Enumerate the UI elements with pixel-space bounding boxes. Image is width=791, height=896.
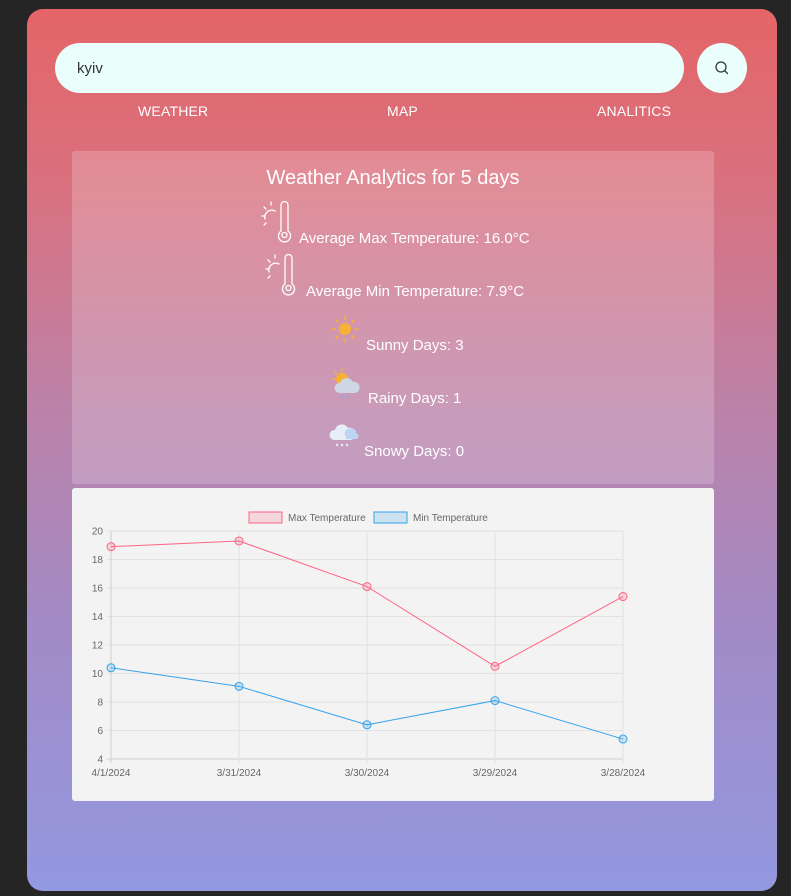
y-tick-label: 8: [97, 698, 103, 709]
nav-weather[interactable]: WEATHER: [138, 103, 208, 119]
search-bar: [55, 43, 748, 93]
y-tick-label: 18: [92, 555, 104, 566]
data-point: [618, 592, 628, 602]
x-tick-label: 3/31/2024: [217, 768, 262, 779]
data-point: [106, 663, 116, 673]
search-icon: [715, 61, 729, 75]
temperature-chart: 4 6 8 10 12 14 16 18 20 4/1/2024 3/31/2024 3/30/202…: [72, 488, 714, 801]
snowy-days: Snowy Days: 0: [364, 443, 465, 460]
nav-analitics[interactable]: ANALITICS: [597, 103, 671, 119]
analytics-panel: Weather Analytics for 5 days Average Max…: [72, 151, 714, 484]
y-tick-label: 20: [92, 527, 104, 538]
sun-rain-cloud-icon: [332, 368, 360, 399]
rainy-days: Rainy Days: 1: [368, 390, 462, 407]
snow-cloud-icon: [329, 424, 359, 447]
data-point: [106, 542, 116, 552]
legend-label: Max Temperature: [288, 513, 366, 524]
y-tick-label: 4: [97, 755, 103, 766]
y-tick-label: 10: [92, 669, 104, 680]
thermometer-sun-icon: [261, 200, 292, 243]
x-tick-label: 3/30/2024: [345, 768, 390, 779]
app-container: WEATHER MAP ANALITICS Weather Analytics …: [27, 9, 777, 891]
analytics-title: Weather Analytics for 5 days: [266, 167, 520, 189]
legend-swatch: [373, 511, 408, 524]
thermometer-sun-icon: [265, 253, 296, 296]
temperature-line-chart: 4 6 8 10 12 14 16 18 20 4/1/2024 3/31/2024 3/30/202…: [92, 511, 646, 779]
y-tick-label: 14: [92, 612, 104, 623]
avg-max-temp: Average Max Temperature: 16.0°C: [299, 230, 530, 247]
search-button[interactable]: [697, 43, 747, 93]
data-point: [490, 661, 500, 671]
data-point: [362, 582, 372, 592]
data-point: [234, 681, 244, 691]
nav-map[interactable]: MAP: [387, 103, 418, 119]
x-tick-label: 3/29/2024: [473, 768, 518, 779]
data-point: [362, 720, 372, 730]
search-input[interactable]: [55, 43, 684, 93]
x-tick-label: 3/28/2024: [601, 768, 646, 779]
y-tick-label: 16: [92, 584, 104, 595]
data-point: [490, 696, 500, 706]
avg-min-temp: Average Min Temperature: 7.9°C: [306, 283, 525, 300]
sunny-days: Sunny Days: 3: [366, 337, 464, 354]
sun-icon: [331, 315, 359, 343]
legend-label: Min Temperature: [413, 513, 488, 524]
data-point: [234, 536, 244, 546]
main-nav: WEATHER MAP ANALITICS: [27, 103, 777, 123]
legend-swatch: [248, 511, 283, 524]
data-point: [618, 734, 628, 744]
x-tick-label: 4/1/2024: [92, 768, 131, 779]
y-tick-label: 6: [97, 726, 103, 737]
y-tick-label: 12: [92, 641, 104, 652]
